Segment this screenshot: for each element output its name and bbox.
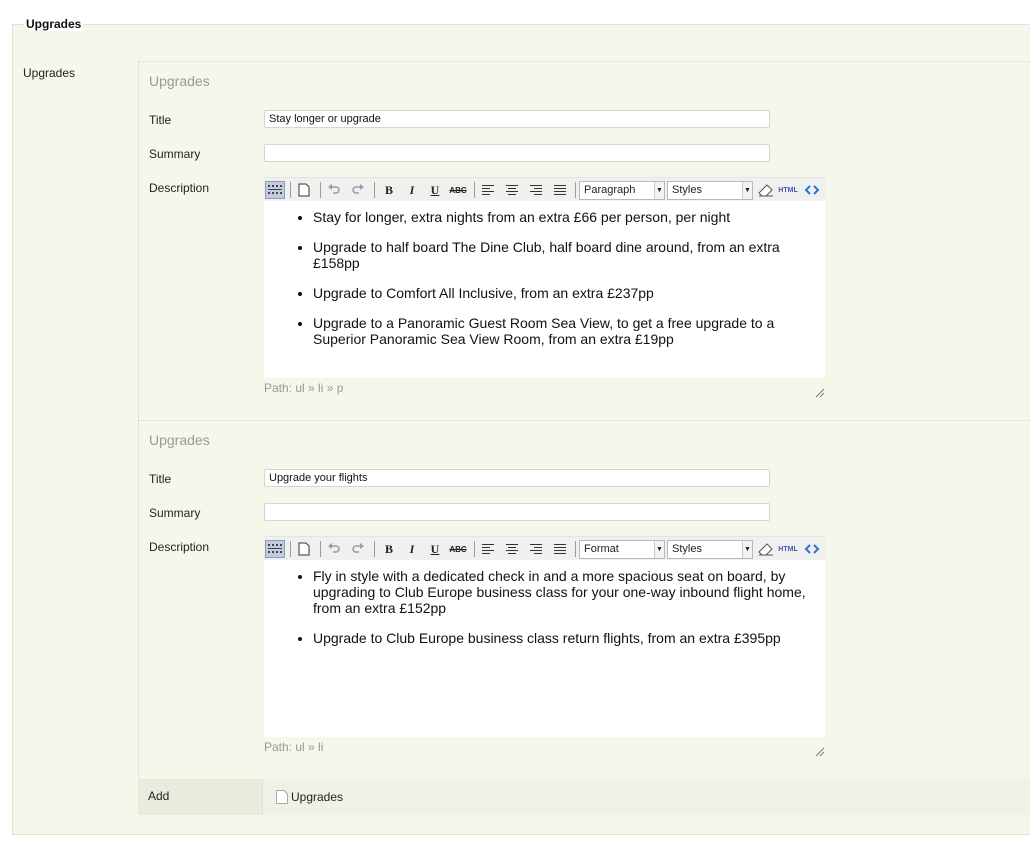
group-title: Upgrades — [149, 73, 210, 89]
align-left-icon[interactable] — [478, 181, 498, 199]
italic-icon[interactable]: I — [402, 181, 422, 199]
add-upgrades-label: Upgrades — [291, 790, 344, 804]
chevron-down-icon: ▼ — [742, 182, 752, 199]
align-left-icon[interactable] — [478, 540, 498, 558]
underline-icon[interactable]: U — [425, 540, 445, 558]
toggle-toolbar-icon[interactable] — [265, 181, 285, 199]
list-item: Upgrade to Comfort All Inclusive, from a… — [313, 285, 809, 301]
editor-statusbar: Path: ul » li » p — [264, 378, 825, 418]
summary-input[interactable] — [264, 144, 770, 162]
editor-content[interactable]: Fly in style with a dedicated check in a… — [264, 560, 825, 737]
chevron-down-icon: ▼ — [742, 541, 752, 558]
italic-icon[interactable]: I — [402, 540, 422, 558]
description-list: Stay for longer, extra nights from an ex… — [264, 201, 825, 347]
strikethrough-icon[interactable]: ABC — [448, 540, 468, 558]
undo-icon[interactable] — [324, 540, 344, 558]
resize-handle-icon[interactable] — [813, 745, 825, 757]
summary-label: Summary — [149, 147, 201, 161]
add-label: Add — [148, 789, 170, 803]
list-item: Upgrade to Club Europe business class re… — [313, 630, 809, 646]
html-source-button[interactable]: HTML — [778, 181, 798, 199]
title-label: Title — [149, 472, 172, 486]
eraser-icon[interactable] — [756, 540, 776, 558]
summary-label: Summary — [149, 506, 201, 520]
styles-select[interactable]: Styles ▼ — [667, 181, 753, 200]
resize-handle-icon[interactable] — [813, 386, 825, 398]
upgrades-field-label: Upgrades — [23, 66, 76, 80]
redo-icon[interactable] — [348, 540, 368, 558]
editor-statusbar: Path: ul » li — [264, 737, 825, 777]
add-row: Add Upgrades — [138, 779, 1030, 815]
group-title: Upgrades — [149, 432, 210, 448]
list-item: Fly in style with a dedicated check in a… — [313, 568, 809, 616]
eraser-icon[interactable] — [756, 181, 776, 199]
chevron-down-icon: ▼ — [654, 182, 664, 199]
document-icon — [276, 790, 288, 804]
description-label: Description — [149, 540, 210, 554]
redo-icon[interactable] — [348, 181, 368, 199]
bold-icon[interactable]: B — [379, 181, 399, 199]
align-right-icon[interactable] — [526, 540, 546, 558]
add-upgrades-link[interactable]: Upgrades — [275, 789, 343, 805]
html-source-button[interactable]: HTML — [778, 540, 798, 558]
format-select[interactable]: Paragraph ▼ — [579, 181, 665, 200]
new-document-icon[interactable] — [294, 540, 314, 558]
strikethrough-icon[interactable]: ABC — [448, 181, 468, 199]
toggle-toolbar-icon[interactable] — [265, 540, 285, 558]
upgrade-group-2: Upgrades Title Summary Description B I U… — [138, 420, 1030, 779]
summary-input[interactable] — [264, 503, 770, 521]
description-label: Description — [149, 181, 210, 195]
list-item: Upgrade to a Panoramic Guest Room Sea Vi… — [313, 315, 809, 347]
align-center-icon[interactable] — [502, 181, 522, 199]
title-input[interactable] — [264, 469, 770, 487]
align-justify-icon[interactable] — [550, 540, 570, 558]
styles-select[interactable]: Styles ▼ — [667, 540, 753, 559]
description-list: Fly in style with a dedicated check in a… — [264, 560, 825, 646]
description-editor: B I U ABC Paragraph ▼ Styles ▼ HTML • St… — [264, 177, 825, 418]
description-editor: B I U ABC Format ▼ Styles ▼ HTML • Fly i… — [264, 536, 825, 777]
list-item: Stay for longer, extra nights from an ex… — [313, 209, 809, 225]
align-justify-icon[interactable] — [550, 181, 570, 199]
list-item: Upgrade to half board The Dine Club, hal… — [313, 239, 809, 271]
align-center-icon[interactable] — [502, 540, 522, 558]
new-document-icon[interactable] — [294, 181, 314, 199]
element-path: Path: ul » li — [264, 740, 324, 754]
undo-icon[interactable] — [324, 181, 344, 199]
align-right-icon[interactable] — [526, 181, 546, 199]
title-label: Title — [149, 113, 172, 127]
editor-content[interactable]: Stay for longer, extra nights from an ex… — [264, 201, 825, 378]
editor-toolbar: B I U ABC Paragraph ▼ Styles ▼ HTML — [264, 177, 825, 201]
underline-icon[interactable]: U — [425, 181, 445, 199]
chevron-down-icon: ▼ — [654, 541, 664, 558]
title-input[interactable] — [264, 110, 770, 128]
upgrade-group-1: Upgrades Title Summary Description B I U… — [138, 61, 1030, 419]
element-path: Path: ul » li » p — [264, 381, 344, 395]
code-view-icon[interactable] — [802, 181, 822, 199]
format-select[interactable]: Format ▼ — [579, 540, 665, 559]
fieldset-legend: Upgrades — [24, 17, 84, 31]
code-view-icon[interactable] — [802, 540, 822, 558]
bold-icon[interactable]: B — [379, 540, 399, 558]
editor-toolbar: B I U ABC Format ▼ Styles ▼ HTML — [264, 536, 825, 560]
